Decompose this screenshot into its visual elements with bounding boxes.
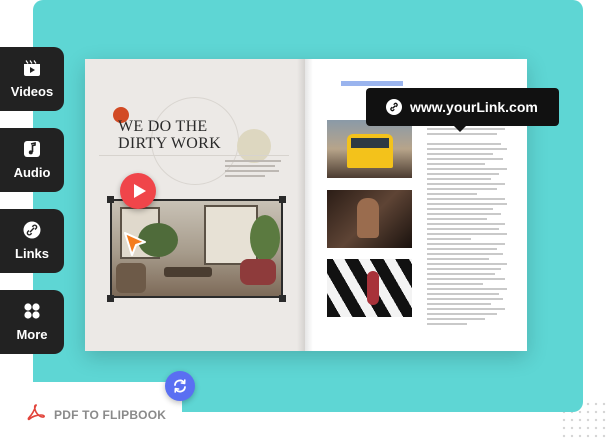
flipbook-left-page: WE DO THE DIRTY WORK <box>85 59 305 351</box>
sidebar-item-label: Videos <box>10 84 54 99</box>
link-url-text: www.yourLink.com <box>410 99 538 115</box>
resize-handle-bottom-left[interactable] <box>107 295 114 302</box>
headline-line-2: DIRTY WORK <box>118 135 221 152</box>
page-headline: WE DO THE DIRTY WORK <box>118 118 221 152</box>
sidebar-item-more[interactable]: More <box>0 290 64 354</box>
decorative-line <box>99 155 289 156</box>
book-spine <box>297 59 313 351</box>
article-text-column <box>427 128 509 328</box>
play-icon[interactable] <box>120 173 156 209</box>
sidebar-item-label: Links <box>15 246 49 261</box>
link-text-highlight[interactable] <box>341 81 403 86</box>
video-icon <box>23 59 41 77</box>
resize-handle-top-left[interactable] <box>107 196 114 203</box>
person-shape <box>357 198 379 238</box>
tram-photo <box>327 120 412 178</box>
pdf-icon <box>26 403 46 426</box>
footer-caption: PDF TO FLIPBOOK <box>26 403 166 426</box>
link-url-badge[interactable]: www.yourLink.com <box>366 88 559 132</box>
headline-line-1: WE DO THE <box>118 118 208 135</box>
cursor-arrow-icon <box>124 232 146 256</box>
footer-label: PDF TO FLIPBOOK <box>54 407 167 422</box>
tram-window <box>351 138 389 148</box>
resize-handle-bottom-right[interactable] <box>279 295 286 302</box>
video-scene-chair <box>240 259 276 285</box>
video-scene-chair <box>116 263 146 293</box>
walker-shape <box>367 271 379 305</box>
grid-icon <box>23 302 41 320</box>
link-icon <box>386 99 402 115</box>
music-note-icon <box>23 140 41 158</box>
sidebar-item-label: More <box>16 327 48 342</box>
resize-handle-top-right[interactable] <box>279 196 286 203</box>
video-scene-table <box>164 267 212 277</box>
video-scene-plant <box>250 215 280 261</box>
sidebar-item-label: Audio <box>13 165 51 180</box>
sidebar-item-links[interactable]: Links <box>0 209 64 273</box>
portrait-photo <box>327 190 412 248</box>
link-icon <box>23 221 41 239</box>
crosswalk-photo <box>327 259 412 317</box>
sidebar-item-audio[interactable]: Audio <box>0 128 64 192</box>
sidebar-item-videos[interactable]: Videos <box>0 47 64 111</box>
decorative-circle <box>237 129 271 163</box>
refresh-icon[interactable] <box>165 371 195 401</box>
caption-text-block <box>225 160 281 180</box>
